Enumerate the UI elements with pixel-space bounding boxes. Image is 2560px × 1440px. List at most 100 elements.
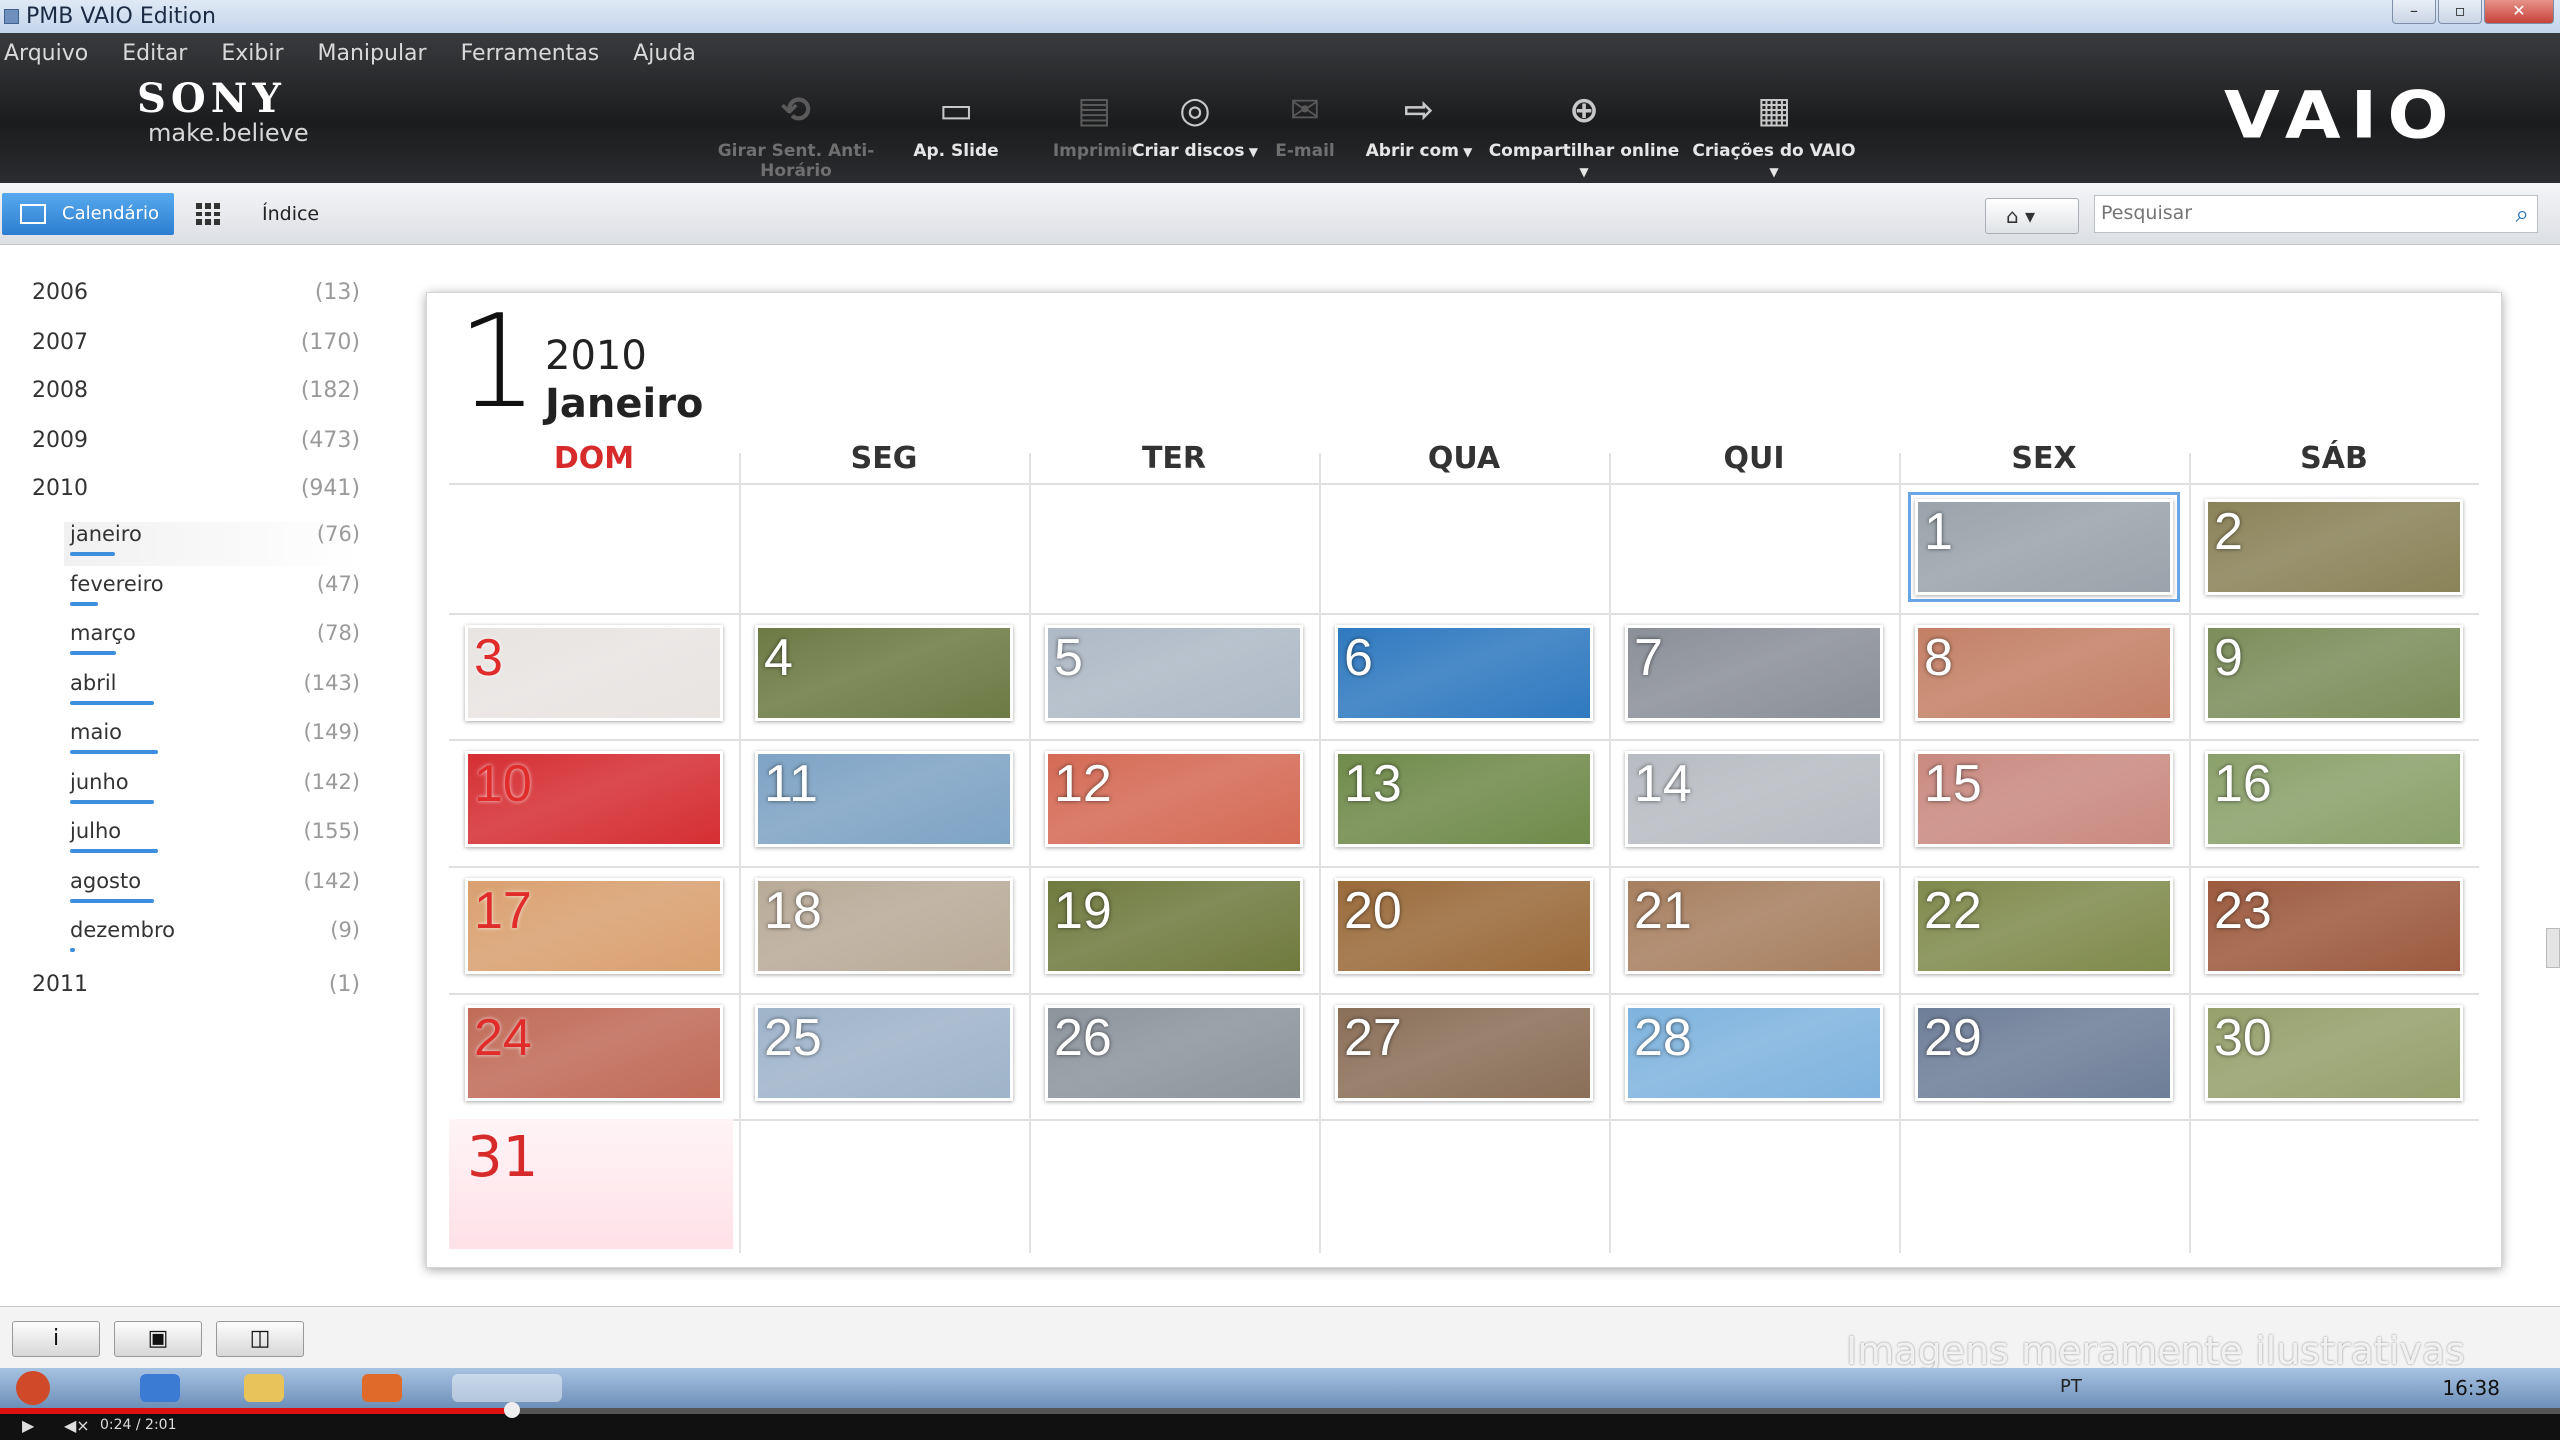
menu-manipular[interactable]: Manipular	[314, 41, 443, 66]
day-photo-cell[interactable]: 11	[755, 751, 1013, 847]
month-item[interactable]: janeiro (76)	[64, 522, 360, 566]
month-item[interactable]: maio (149)	[64, 720, 360, 764]
toolbar-button[interactable]: ⊕ Compartilhar online ▼	[1484, 91, 1684, 181]
day-photo-cell[interactable]: 5	[1045, 625, 1303, 721]
column-divider	[739, 453, 741, 1253]
search-input[interactable]	[2095, 196, 2465, 230]
day-photo-cell[interactable]: 29	[1915, 1005, 2173, 1101]
month-item[interactable]: abril (143)	[64, 671, 360, 715]
scrollbar-thumb[interactable]	[2546, 928, 2560, 968]
volume-icon[interactable]: ◀×	[64, 1416, 90, 1435]
menu-arquivo[interactable]: Arquivo	[0, 41, 104, 66]
month-count: (149)	[303, 720, 360, 744]
toolbar-button[interactable]: ▭ Ap. Slide	[912, 91, 1000, 181]
year-item[interactable]: 2010 (941)	[32, 476, 360, 516]
folder-icon[interactable]	[244, 1374, 284, 1402]
play-icon[interactable]: ▶	[22, 1416, 34, 1435]
view-options-dropdown[interactable]: ⌂ ▾	[1985, 198, 2079, 234]
day-photo-cell[interactable]: 27	[1335, 1005, 1593, 1101]
menu-exibir[interactable]: Exibir	[217, 41, 299, 66]
day-number: 23	[2214, 882, 2272, 940]
tab-index[interactable]: Índice	[262, 203, 319, 225]
month-item[interactable]: julho (155)	[64, 819, 360, 863]
year-item[interactable]: 2006 (13)	[32, 280, 360, 320]
menu-ferramentas[interactable]: Ferramentas	[457, 41, 616, 66]
weekday-header: DOM	[553, 441, 635, 476]
day-photo-cell[interactable]: 10	[465, 751, 723, 847]
day-photo-cell[interactable]: 17	[465, 878, 723, 974]
slideshow-icon: ▭	[938, 90, 973, 131]
year-item[interactable]: 2008 (182)	[32, 378, 360, 418]
day-photo-cell[interactable]: 7	[1625, 625, 1883, 721]
year-count: (13)	[314, 280, 360, 305]
email-icon: ✉	[1289, 90, 1321, 131]
search-icon[interactable]: ⌕	[2516, 200, 2529, 228]
media-player-icon[interactable]	[362, 1374, 402, 1402]
day-photo-cell[interactable]: 14	[1625, 751, 1883, 847]
header: Arquivo Editar Exibir Manipular Ferramen…	[0, 33, 2560, 183]
month-item[interactable]: junho (142)	[64, 770, 360, 814]
toolbar-button-label: Ap. Slide	[913, 141, 999, 161]
year-label: 2007	[32, 330, 88, 355]
day-photo-cell[interactable]: 25	[755, 1005, 1013, 1101]
day-photo-cell[interactable]: 12	[1045, 751, 1303, 847]
day-number: 4	[764, 629, 793, 687]
day-photo-cell[interactable]: 2	[2205, 499, 2463, 595]
month-count: (143)	[303, 670, 360, 695]
day-photo-cell[interactable]: 21	[1625, 878, 1883, 974]
toolbar-button[interactable]: ⟲ Girar Sent. Anti-Horário	[702, 90, 890, 182]
day-photo-cell[interactable]: 4	[755, 625, 1013, 721]
day-photo-cell[interactable]: 28	[1625, 1005, 1883, 1101]
menu-ajuda[interactable]: Ajuda	[629, 41, 712, 66]
day-photo-cell[interactable]: 15	[1915, 751, 2173, 847]
month-item[interactable]: março (78)	[64, 621, 360, 665]
grid-view-icon[interactable]	[196, 203, 220, 225]
day-photo-cell[interactable]: 30	[2205, 1005, 2463, 1101]
year-item[interactable]: 2011 (1)	[32, 972, 360, 1012]
toolbar-button[interactable]: ▦ Criações do VAIO ▼	[1686, 91, 1862, 181]
minimize-button[interactable]: –	[2392, 0, 2436, 24]
month-count: (142)	[303, 769, 360, 794]
day-photo-cell[interactable]: 26	[1045, 1005, 1303, 1101]
year-label: 2008	[32, 378, 88, 403]
day-photo-cell[interactable]: 9	[2205, 625, 2463, 721]
menu-editar[interactable]: Editar	[118, 41, 203, 66]
month-item[interactable]: fevereiro (47)	[64, 572, 360, 616]
day-photo-cell[interactable]: 24	[465, 1005, 723, 1101]
window-controls: – ▫ ✕	[2392, 0, 2554, 26]
month-item[interactable]: agosto (142)	[64, 869, 360, 913]
selected-day-number: 1	[457, 288, 539, 437]
start-icon[interactable]	[16, 1371, 50, 1405]
day-photo-cell[interactable]: 20	[1335, 878, 1593, 974]
pmb-task-icon[interactable]	[452, 1374, 562, 1402]
day-photo-cell[interactable]: 19	[1045, 878, 1303, 974]
watermark: Imagens meramente ilustrativas	[1846, 1329, 2465, 1373]
day-photo-cell[interactable]: 6	[1335, 625, 1593, 721]
day-photo-cell[interactable]: 8	[1915, 625, 2173, 721]
month-item[interactable]: dezembro (9)	[64, 918, 360, 962]
menu-bar: Arquivo Editar Exibir Manipular Ferramen…	[0, 41, 726, 66]
single-view-button[interactable]: ▣	[114, 1321, 202, 1357]
year-item[interactable]: 2007 (170)	[32, 330, 360, 370]
compare-view-button[interactable]: ◫	[216, 1321, 304, 1357]
close-button[interactable]: ✕	[2484, 0, 2554, 24]
progress-handle[interactable]	[504, 1402, 520, 1418]
toolbar-button[interactable]: ✉ E-mail	[1268, 91, 1342, 181]
maximize-button[interactable]: ▫	[2438, 0, 2482, 24]
day-cell-empty[interactable]: 31	[449, 1119, 733, 1249]
day-photo-cell[interactable]: 18	[755, 878, 1013, 974]
year-item[interactable]: 2009 (473)	[32, 428, 360, 468]
day-photo-cell[interactable]: 16	[2205, 751, 2463, 847]
day-photo-cell[interactable]: 1	[1908, 492, 2180, 602]
day-photo-cell[interactable]: 23	[2205, 878, 2463, 974]
day-photo-cell[interactable]: 3	[465, 625, 723, 721]
day-photo-cell[interactable]: 22	[1915, 878, 2173, 974]
toolbar-button[interactable]: ◎ Criar discos ▼	[1128, 91, 1262, 181]
info-button[interactable]: i	[12, 1321, 100, 1357]
day-photo-cell[interactable]: 13	[1335, 751, 1593, 847]
toolbar-button[interactable]: ⇨ Abrir com ▼	[1360, 91, 1478, 181]
tab-calendar[interactable]: Calendário	[2, 193, 174, 235]
month-count: (155)	[303, 819, 360, 843]
rotate-icon: ⟲	[780, 90, 812, 131]
browser-icon[interactable]	[140, 1374, 180, 1402]
